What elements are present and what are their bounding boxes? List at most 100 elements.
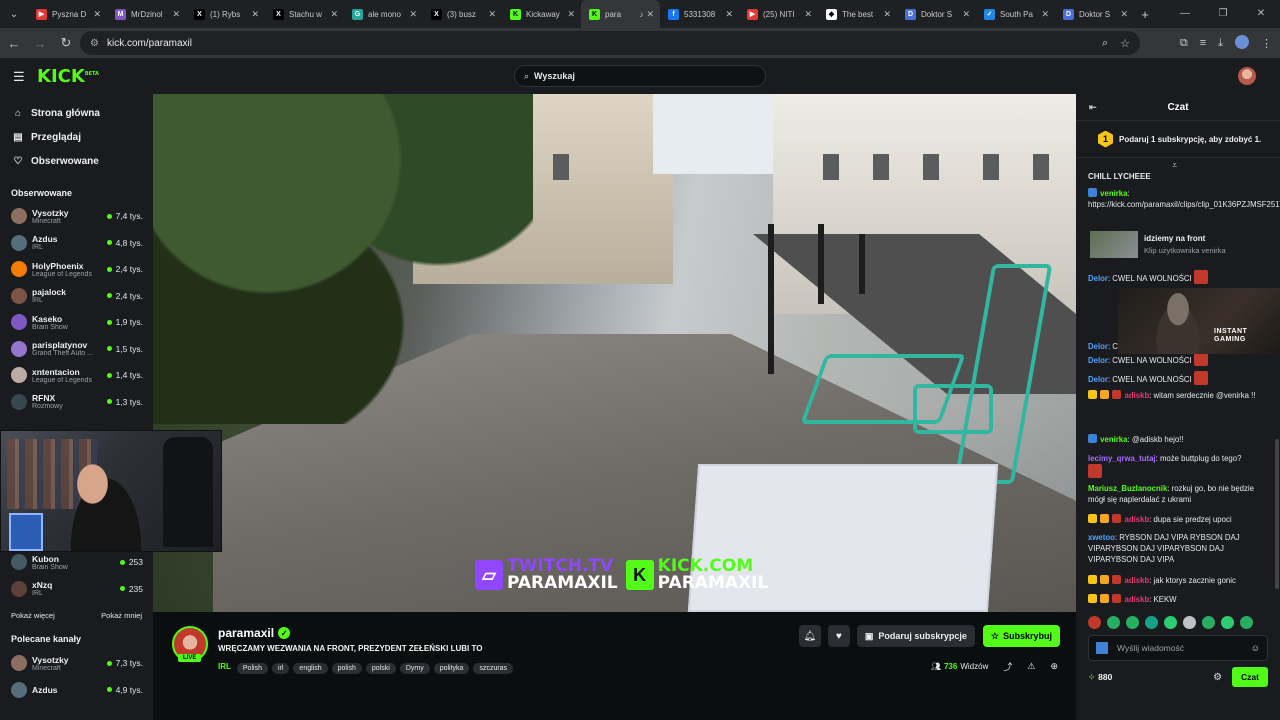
stream-tag[interactable]: Dymy: [399, 663, 430, 674]
gift-subscription-button[interactable]: ▣ Podaruj subskrypcje: [856, 625, 975, 647]
url-text[interactable]: kick.com/paramaxil: [107, 38, 1090, 49]
menu-icon[interactable]: ☰: [13, 69, 25, 85]
show-more-link[interactable]: Pokaż więcej: [11, 611, 55, 620]
tab-close-icon[interactable]: ✕: [962, 9, 970, 20]
browser-tab[interactable]: M MrDzinol ✕: [107, 0, 186, 28]
send-chat-button[interactable]: Czat: [1232, 667, 1268, 687]
zoom-icon[interactable]: ⌕: [1102, 37, 1108, 50]
emote-icon[interactable]: [1202, 616, 1215, 629]
forward-icon[interactable]: →: [28, 31, 52, 55]
tab-search-button[interactable]: ⌄: [0, 0, 28, 28]
emote-icon[interactable]: [1221, 616, 1234, 629]
tab-close-icon[interactable]: ✕: [488, 9, 496, 20]
stream-tag[interactable]: irl: [271, 663, 290, 674]
chat-username[interactable]: adiskb: [1125, 595, 1150, 604]
instant-gaming-ad[interactable]: INSTANT GAMING: [1118, 288, 1280, 354]
tab-close-icon[interactable]: ✕: [93, 9, 101, 20]
user-avatar[interactable]: [1238, 67, 1256, 85]
browser-tab[interactable]: D Doktor S ✕: [1055, 0, 1134, 28]
new-tab-button[interactable]: +: [1134, 7, 1156, 22]
pinned-expand-icon[interactable]: ⩡: [1172, 160, 1177, 171]
chat-username[interactable]: adiskb: [1125, 576, 1150, 585]
sidebar-channel[interactable]: RFNX Rozmowy 1,3 tys.: [0, 389, 153, 416]
follow-heart-icon[interactable]: ♥: [827, 625, 850, 647]
browser-tab[interactable]: Kpara ♪ ✕: [581, 0, 660, 28]
browser-tab[interactable]: ◆ The best ✕: [818, 0, 897, 28]
emote-icon[interactable]: [1240, 616, 1253, 629]
kick-logo[interactable]: KICKBETA: [37, 66, 99, 87]
minimize-icon[interactable]: —: [1166, 0, 1204, 28]
tab-close-icon[interactable]: ✕: [1120, 9, 1128, 20]
tab-close-icon[interactable]: ✕: [1041, 9, 1049, 20]
reload-icon[interactable]: ↻: [54, 31, 78, 55]
chat-username[interactable]: Delor: [1088, 356, 1108, 365]
chat-username[interactable]: Delor: [1088, 342, 1108, 351]
browser-tab[interactable]: X (3) busz ✕: [423, 0, 502, 28]
stream-tag[interactable]: polski: [365, 663, 396, 674]
browser-tab[interactable]: K Kickaway ✕: [502, 0, 581, 28]
browser-tab[interactable]: ✓ South Pa ✕: [976, 0, 1055, 28]
chat-username[interactable]: adiskb: [1125, 515, 1150, 524]
sidebar-channel[interactable]: parisplatynov Grand Theft Auto ... 1,5 t…: [0, 336, 153, 363]
browser-tab[interactable]: D Doktor S ✕: [897, 0, 976, 28]
chat-scrollbar[interactable]: [1275, 439, 1279, 589]
notification-bell-icon[interactable]: 🔔︎: [798, 625, 821, 647]
chat-settings-icon[interactable]: ⚙: [1213, 672, 1222, 683]
stream-tag[interactable]: Polish: [236, 663, 268, 674]
clip-card[interactable]: idziemy na front Klip użytkownika venirk…: [1090, 231, 1226, 258]
chat-username[interactable]: lecimy_qrwa_tutaj: [1088, 454, 1156, 463]
chat-username[interactable]: adiskb: [1125, 391, 1150, 400]
browser-tab[interactable]: f 5331308 ✕: [660, 0, 739, 28]
emote-icon[interactable]: [1183, 616, 1196, 629]
tab-close-icon[interactable]: ✕: [330, 9, 338, 20]
browser-tab[interactable]: ▶ Pyszna D ✕: [28, 0, 107, 28]
share-icon[interactable]: ⤴: [1003, 660, 1012, 673]
browser-menu-icon[interactable]: ⋮: [1261, 37, 1272, 50]
mini-player[interactable]: [0, 430, 222, 552]
tab-close-icon[interactable]: ✕: [172, 9, 180, 20]
streamer-name[interactable]: paramaxil ✓: [218, 626, 291, 640]
stream-tag[interactable]: szczuras: [473, 663, 514, 674]
show-less-link[interactable]: Pokaż mniej: [101, 611, 142, 620]
gift-banner[interactable]: 1 Podaruj 1 subskrypcję, aby zdobyć 1.: [1076, 121, 1280, 158]
browser-tab[interactable]: X (1) Rybs ✕: [186, 0, 265, 28]
chat-username[interactable]: venirka: [1100, 189, 1127, 198]
chat-username[interactable]: Mariusz_Buzlanocnik: [1088, 484, 1167, 493]
stream-tag[interactable]: english: [293, 663, 328, 674]
tab-close-icon[interactable]: ✕: [409, 9, 417, 20]
tab-close-icon[interactable]: ✕: [567, 9, 575, 20]
site-info-icon[interactable]: ⚙: [90, 38, 99, 49]
sidebar-channel[interactable]: xntentacion League of Legends 1,4 tys.: [0, 362, 153, 389]
sidebar-channel[interactable]: pajalock IRL 2,4 tys.: [0, 283, 153, 310]
sidebar-nav-item[interactable]: ▤ Przeglądaj: [0, 125, 153, 149]
tab-close-icon[interactable]: ✕: [883, 9, 891, 20]
emote-icon[interactable]: [1126, 616, 1139, 629]
video-player[interactable]: ▱ TWITCH.TV PARAMAXIL K KICK.COM PARAMAX…: [153, 94, 1076, 612]
sidebar-channel[interactable]: Kaseko Brain Show 1,9 tys.: [0, 309, 153, 336]
tab-audio-icon[interactable]: ♪: [639, 10, 643, 19]
browser-tab[interactable]: Gale mono ✕: [344, 0, 423, 28]
emote-icon[interactable]: [1088, 616, 1101, 629]
tab-close-icon[interactable]: ✕: [646, 9, 654, 20]
sidebar-channel[interactable]: Kubon Brain Show 253: [0, 549, 153, 576]
collapse-chat-icon[interactable]: ⇤: [1089, 102, 1097, 113]
add-user-icon[interactable]: ⊕: [1050, 661, 1058, 672]
sidebar-nav-item[interactable]: ⌂ Strona główna: [0, 101, 153, 125]
emote-icon[interactable]: [1164, 616, 1177, 629]
profile-icon[interactable]: [1235, 34, 1249, 52]
sidebar-channel[interactable]: Azdus 4,9 tys.: [0, 677, 153, 704]
stream-category[interactable]: IRL: [218, 662, 231, 671]
download-icon[interactable]: ⤓: [1218, 37, 1223, 50]
sidebar-channel[interactable]: xNzq IRL 235: [0, 576, 153, 603]
browser-tab[interactable]: ▶ (25) NITI ✕: [739, 0, 818, 28]
tab-close-icon[interactable]: ✕: [251, 9, 259, 20]
stream-tag[interactable]: polish: [331, 663, 362, 674]
omnibox[interactable]: ⚙ kick.com/paramaxil ⌕ ☆: [80, 31, 1140, 55]
emote-icon[interactable]: [1107, 616, 1120, 629]
chat-username[interactable]: Delor: [1088, 274, 1108, 283]
chat-username[interactable]: xwetoo: [1088, 533, 1115, 542]
sidebar-channel[interactable]: Azdus IRL 4,8 tys.: [0, 230, 153, 257]
emote-icon[interactable]: [1145, 616, 1158, 629]
subscribe-button[interactable]: ☆ Subskrybuj: [982, 625, 1060, 647]
channel-points[interactable]: ⁘ 880: [1088, 672, 1112, 683]
